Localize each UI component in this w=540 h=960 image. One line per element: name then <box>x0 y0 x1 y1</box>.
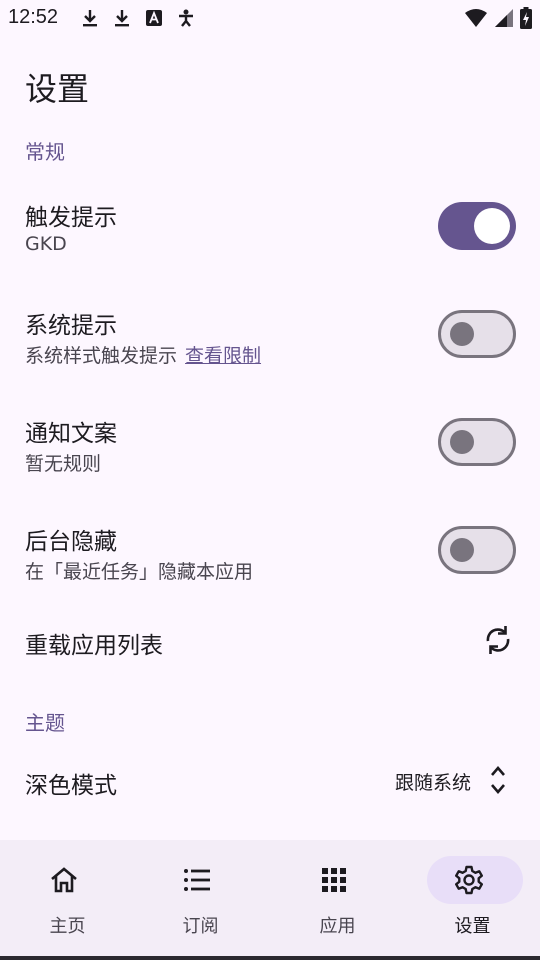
wifi-icon <box>465 9 487 27</box>
gear-icon <box>455 865 483 895</box>
cell-signal-icon <box>495 9 513 27</box>
view-limits-link[interactable]: 查看限制 <box>185 345 261 367</box>
accessibility-icon <box>179 9 193 27</box>
switch-thumb <box>450 430 474 454</box>
nav-label: 主页 <box>49 916 86 937</box>
nav-label: 订阅 <box>182 916 219 937</box>
nav-item-settings[interactable]: 设置 <box>405 840 540 956</box>
nav-item-subscriptions[interactable]: 订阅 <box>133 840 268 956</box>
nav-label: 设置 <box>454 916 491 937</box>
setting-row-reload-apps[interactable]: 重载应用列表 <box>0 612 540 672</box>
nav-item-apps[interactable]: 应用 <box>270 840 405 956</box>
setting-title: 触发提示 <box>25 205 117 231</box>
trigger-hint-switch[interactable] <box>438 202 516 250</box>
notification-icons <box>80 8 196 28</box>
nav-label: 应用 <box>319 916 356 937</box>
setting-title: 后台隐藏 <box>25 529 117 555</box>
setting-subtitle: 系统样式触发提示 查看限制 <box>25 341 261 368</box>
bottom-navigation: 主页 订阅 应用 设置 <box>0 840 540 960</box>
notification-text-switch[interactable] <box>438 418 516 466</box>
nav-item-home[interactable]: 主页 <box>0 840 135 956</box>
section-header-general: 常规 <box>25 140 65 164</box>
status-time: 12:52 <box>8 6 59 28</box>
switch-thumb <box>474 208 510 244</box>
setting-title: 重载应用列表 <box>25 633 163 659</box>
section-header-theme: 主题 <box>25 711 65 735</box>
dark-mode-select[interactable]: 跟随系统 <box>395 768 471 795</box>
setting-row-trigger-hint[interactable]: 触发提示 GKD <box>0 180 540 276</box>
setting-title: 通知文案 <box>25 421 117 447</box>
refresh-icon[interactable] <box>480 622 516 658</box>
background-hide-switch[interactable] <box>438 526 516 574</box>
gesture-bar <box>0 956 540 960</box>
switch-thumb <box>450 322 474 346</box>
setting-subtitle: 在「最近任务」隐藏本应用 <box>25 561 254 583</box>
list-icon <box>184 869 210 891</box>
setting-subtitle: GKD <box>25 233 67 255</box>
home-icon <box>51 867 77 893</box>
battery-charging-icon <box>520 7 532 29</box>
setting-subtitle: 暂无规则 <box>25 453 102 475</box>
setting-row-notification-text[interactable]: 通知文案 暂无规则 <box>0 396 540 492</box>
dark-mode-title: 深色模式 <box>25 773 117 799</box>
unfold-more-icon[interactable] <box>486 763 510 797</box>
font-a-icon <box>146 10 162 26</box>
download-icon <box>115 10 129 27</box>
page-title: 设置 <box>25 70 90 108</box>
setting-row-background-hide[interactable]: 后台隐藏 在「最近任务」隐藏本应用 <box>0 504 540 600</box>
setting-subtitle-text: 系统样式触发提示 <box>25 345 178 367</box>
switch-thumb <box>450 538 474 562</box>
setting-row-system-hint[interactable]: 系统提示 系统样式触发提示 查看限制 <box>0 288 540 384</box>
apps-grid-icon <box>322 868 346 892</box>
download-icon <box>83 10 97 27</box>
system-hint-switch[interactable] <box>438 310 516 358</box>
system-icons <box>464 7 532 29</box>
setting-title: 系统提示 <box>25 313 117 339</box>
status-bar: 12:52 <box>0 0 540 36</box>
